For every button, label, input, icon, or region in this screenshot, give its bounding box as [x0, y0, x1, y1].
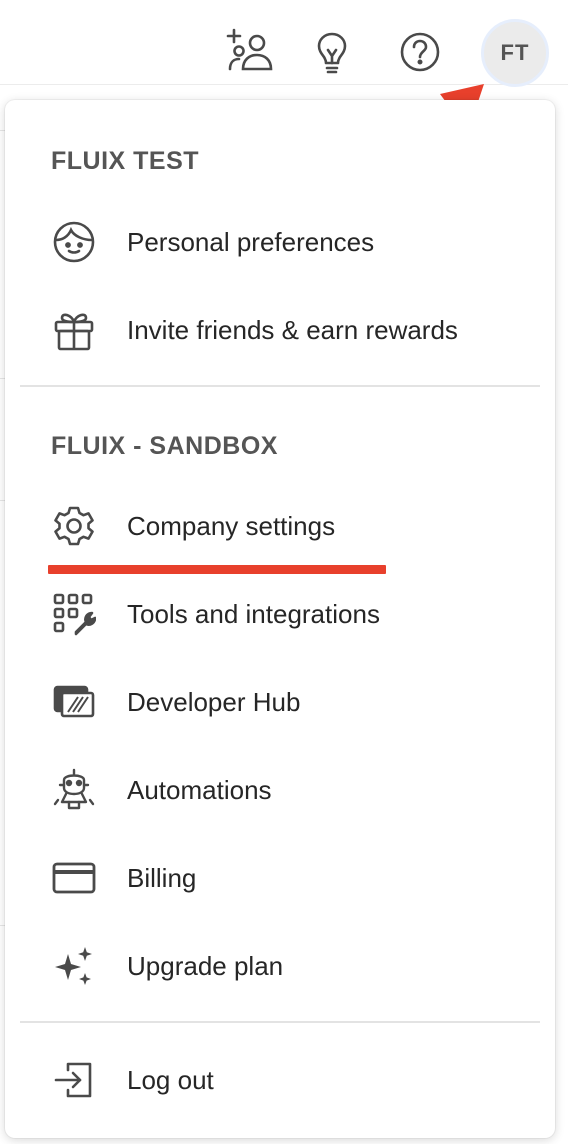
menu-item-log-out[interactable]: Log out	[5, 1042, 555, 1118]
help-button[interactable]	[394, 26, 446, 78]
menu-item-label: Billing	[127, 862, 197, 893]
menu-item-company-settings[interactable]: Company settings	[5, 488, 555, 564]
lightbulb-icon	[317, 32, 347, 74]
menu-item-label: Company settings	[127, 510, 336, 541]
menu-item-billing[interactable]: Billing	[5, 840, 555, 916]
menu-item-personal-preferences[interactable]: Personal preferences	[5, 204, 555, 280]
account-dropdown-menu: FLUIX TEST Personal preferences Invite f…	[5, 100, 555, 1138]
menu-item-automations[interactable]: Automations	[5, 752, 555, 828]
robot-icon	[50, 766, 98, 814]
menu-item-label: Log out	[127, 1064, 214, 1095]
user-avatar-button[interactable]: FT	[481, 19, 549, 87]
add-user-icon	[226, 28, 273, 71]
menu-item-label: Tools and integrations	[127, 598, 380, 629]
logout-icon	[50, 1056, 98, 1104]
section-title-fluix-sandbox: FLUIX - SANDBOX	[51, 432, 278, 460]
tools-grid-icon	[50, 590, 98, 638]
annotation-underline	[48, 565, 386, 574]
gear-icon	[50, 502, 98, 550]
menu-item-developer-hub[interactable]: Developer Hub	[5, 664, 555, 740]
menu-item-invite-friends[interactable]: Invite friends & earn rewards	[5, 292, 555, 368]
menu-item-label: Invite friends & earn rewards	[127, 314, 458, 345]
menu-divider	[20, 385, 540, 387]
question-circle-icon	[400, 32, 440, 72]
credit-card-icon	[50, 854, 98, 902]
menu-item-tools-integrations[interactable]: Tools and integrations	[5, 576, 555, 652]
menu-item-label: Automations	[127, 774, 272, 805]
menu-divider	[20, 1021, 540, 1023]
section-title-fluix-test: FLUIX TEST	[51, 147, 200, 175]
menu-item-label: Personal preferences	[127, 226, 375, 257]
avatar-initials: FT	[500, 40, 530, 65]
menu-item-label: Upgrade plan	[127, 950, 284, 981]
face-icon	[50, 218, 98, 266]
menu-item-upgrade-plan[interactable]: Upgrade plan	[5, 928, 555, 1004]
developer-hub-icon	[50, 678, 98, 726]
sparkles-icon	[50, 942, 98, 990]
gift-icon	[50, 306, 98, 354]
invite-users-button[interactable]	[224, 26, 276, 78]
menu-item-label: Developer Hub	[127, 686, 301, 717]
ideas-button[interactable]	[306, 26, 358, 78]
